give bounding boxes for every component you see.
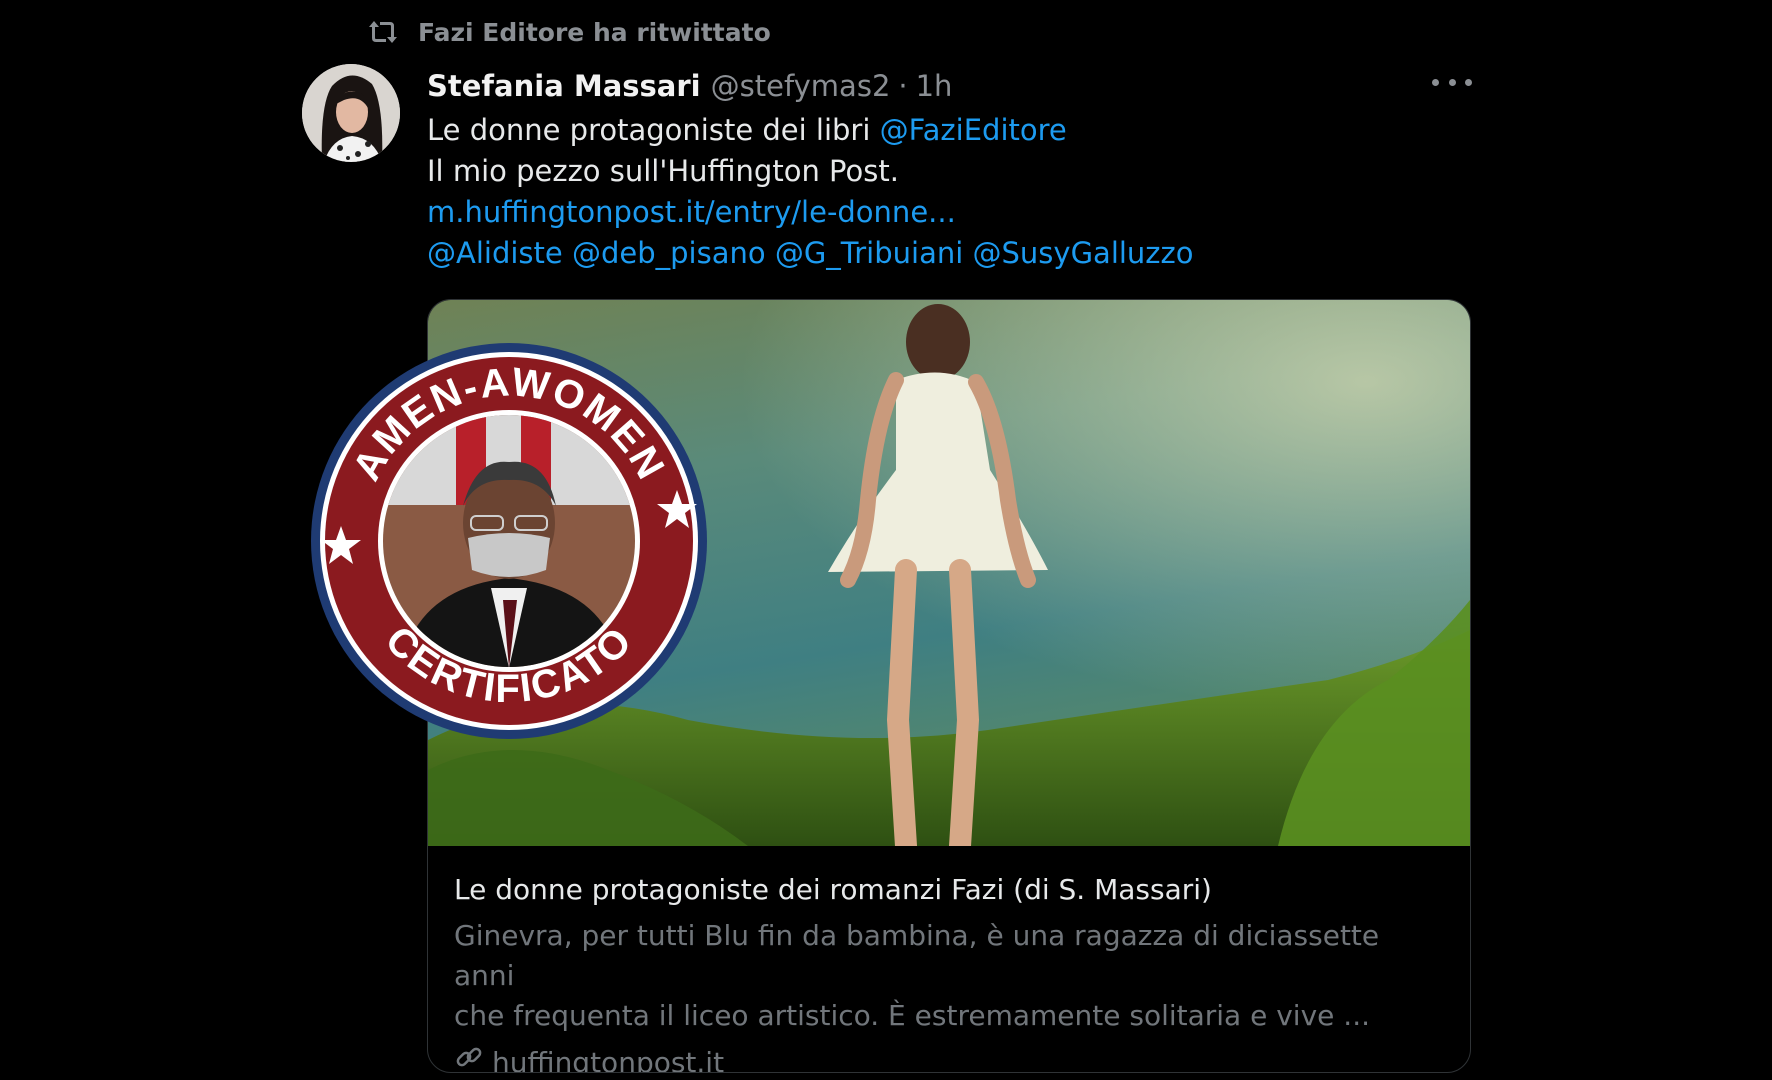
card-domain-text: huffingtonpost.it [492,1045,725,1073]
tweet-text-line1: Le donne protagoniste dei libri [427,113,880,147]
certificate-badge: AMEN-AWOMEN CERTIFICATO [311,343,707,739]
card-description-line2: che frequenta il liceo artistico. È estr… [454,999,1370,1032]
tweet-header: Stefania Massari @stefymas2 · 1h [427,64,952,108]
avatar[interactable] [302,64,400,162]
article-link[interactable]: m.huffingtonpost.it/entry/le-donne... [427,195,956,229]
mention-link[interactable]: @Alidiste [427,236,563,270]
card-title: Le donne protagoniste dei romanzi Fazi (… [454,873,1212,906]
card-description-line1: Ginevra, per tutti Blu fin da bambina, è… [454,919,1380,992]
tweet-text: Le donne protagoniste dei libri @FaziEdi… [427,110,1487,274]
mention-link[interactable]: @G_Tribuiani [775,236,963,270]
mention-link[interactable]: @SusyGalluzzo [973,236,1194,270]
retweet-icon [368,18,398,46]
more-options-icon[interactable] [1432,70,1472,94]
tweet-text-line2: Il mio pezzo sull'Huffington Post. [427,154,899,188]
card-domain: huffingtonpost.it [454,1042,1444,1073]
card-description: Ginevra, per tutti Blu fin da bambina, è… [454,916,1444,1036]
mention-fazieditore[interactable]: @FaziEditore [880,113,1067,147]
mention-link[interactable]: @deb_pisano [572,236,766,270]
author-name[interactable]: Stefania Massari [427,69,701,103]
retweet-label: Fazi Editore ha ritwittato [418,17,771,47]
link-icon [454,1042,484,1072]
card-body: Le donne protagoniste dei romanzi Fazi (… [454,870,1444,1073]
retweet-indicator[interactable]: Fazi Editore ha ritwittato [368,14,771,50]
header-separator: · [898,69,908,103]
author-handle[interactable]: @stefymas2 [711,69,891,103]
tweet-time[interactable]: 1h [916,69,953,103]
